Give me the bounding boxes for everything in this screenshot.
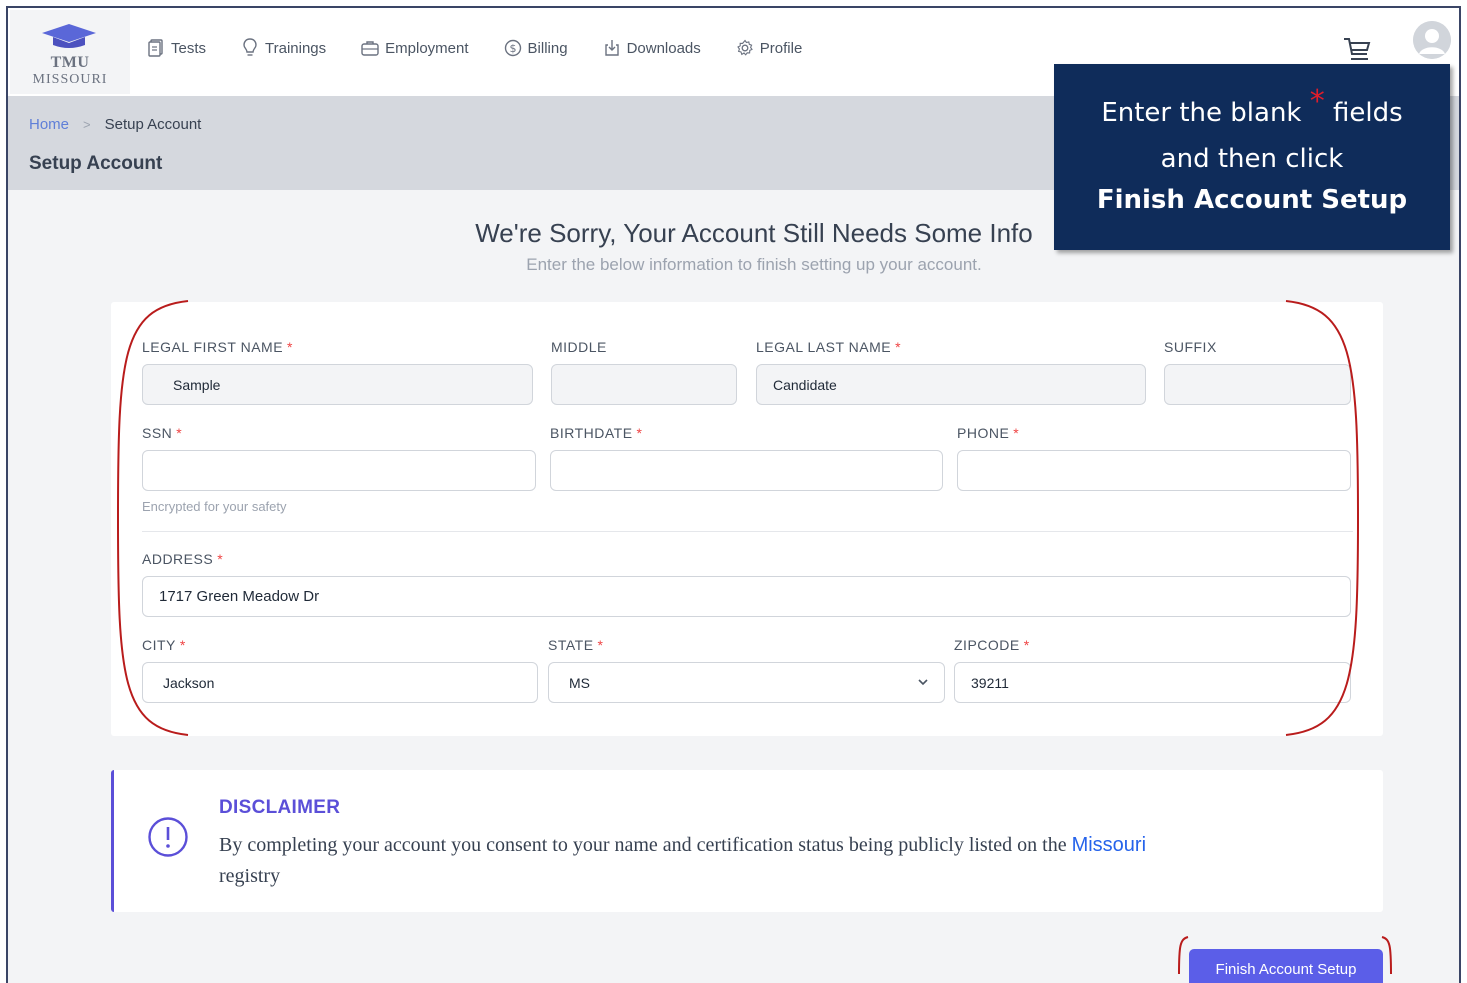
breadcrumb-separator: > <box>83 117 91 132</box>
city-label: CITY * <box>142 637 186 653</box>
registry-link[interactable]: Missouri <box>1072 834 1146 856</box>
first-name-label: LEGAL FIRST NAME * <box>142 339 293 355</box>
state-select[interactable]: MS <box>548 662 945 703</box>
nav-employment[interactable]: Employment <box>360 38 469 58</box>
disclaimer-body: By completing your account you consent t… <box>219 834 1067 856</box>
nav-tests-label: Tests <box>171 39 207 57</box>
nav-downloads[interactable]: Downloads <box>602 38 701 58</box>
callout-line1: Enter the blank * fields <box>1101 84 1403 128</box>
suffix-field[interactable] <box>1164 364 1351 405</box>
nav-billing-label: Billing <box>527 39 568 57</box>
last-name-field[interactable]: Candidate <box>756 364 1146 405</box>
info-subline: Enter the below information to finish se… <box>526 255 982 274</box>
gear-icon <box>735 38 755 58</box>
address-field[interactable]: 1717 Green Meadow Dr <box>142 576 1351 617</box>
nav-profile-label: Profile <box>759 39 803 57</box>
address-label: ADDRESS * <box>142 551 224 567</box>
page-title: Setup Account <box>29 153 163 174</box>
ssn-field[interactable] <box>142 450 536 491</box>
nav-employment-label: Employment <box>385 39 469 57</box>
zipcode-field[interactable]: 39211 <box>954 662 1351 703</box>
download-icon <box>602 38 622 58</box>
user-avatar[interactable] <box>1413 21 1451 59</box>
birthdate-label: BIRTHDATE * <box>550 425 643 441</box>
user-icon <box>1413 21 1451 59</box>
phone-field[interactable] <box>957 450 1351 491</box>
instruction-callout: Enter the blank * fields and then click … <box>1054 64 1450 250</box>
disclaimer-box: DISCLAIMER By completing your account yo… <box>111 770 1383 912</box>
state-label: STATE * <box>548 637 604 653</box>
birthdate-field[interactable] <box>550 450 943 491</box>
first-name-field[interactable]: Sample <box>142 364 533 405</box>
callout-star: * <box>1309 84 1325 119</box>
phone-label: PHONE * <box>957 425 1020 441</box>
breadcrumb-home[interactable]: Home <box>29 116 69 133</box>
callout-line2: and then click <box>1160 144 1344 174</box>
middle-label: MIDDLE <box>551 339 607 355</box>
nav-downloads-label: Downloads <box>626 39 701 57</box>
suffix-label: SUFFIX <box>1164 339 1217 355</box>
main-nav: Tests Trainings Employment $ Billing Dow… <box>146 38 836 58</box>
nav-billing[interactable]: $ Billing <box>503 38 568 58</box>
dollar-circle-icon: $ <box>503 38 523 58</box>
city-field[interactable]: Jackson <box>142 662 538 703</box>
briefcase-icon <box>360 38 380 58</box>
app-window: TMU MISSOURI Tests Trainings Employment … <box>6 6 1461 983</box>
disclaimer-end: registry <box>219 865 281 887</box>
form-divider <box>142 531 1353 532</box>
ssn-hint: Encrypted for your safety <box>142 499 287 514</box>
nav-profile[interactable]: Profile <box>735 38 803 58</box>
breadcrumb: Home > Setup Account <box>29 116 201 133</box>
nav-tests[interactable]: Tests <box>146 38 206 58</box>
account-form: LEGAL FIRST NAME * MIDDLE LEGAL LAST NAME… <box>111 302 1383 736</box>
graduation-cap-icon <box>42 24 96 48</box>
disclaimer-title: DISCLAIMER <box>219 797 341 818</box>
logo-line1: TMU <box>50 54 90 71</box>
logo[interactable]: TMU MISSOURI <box>10 10 130 94</box>
cart-icon[interactable] <box>1342 36 1372 64</box>
finish-account-setup-button[interactable]: Finish Account Setup <box>1189 949 1383 983</box>
nav-trainings-label: Trainings <box>265 39 327 57</box>
state-select-value: MS <box>569 674 590 691</box>
document-icon <box>146 38 166 58</box>
chevron-down-icon <box>918 679 928 686</box>
breadcrumb-current: Setup Account <box>104 116 202 133</box>
ssn-label: SSN * <box>142 425 183 441</box>
svg-text:$: $ <box>509 42 516 55</box>
alert-circle-icon <box>148 817 188 857</box>
nav-trainings[interactable]: Trainings <box>240 38 326 58</box>
logo-line2: MISSOURI <box>32 72 108 87</box>
last-name-label: LEGAL LAST NAME * <box>756 339 902 355</box>
zipcode-label: ZIPCODE * <box>954 637 1030 653</box>
lightbulb-icon <box>240 38 260 58</box>
middle-field[interactable] <box>551 364 737 405</box>
callout-line3: Finish Account Setup <box>1096 185 1408 215</box>
disclaimer-text: By completing your account you consent t… <box>219 830 1339 892</box>
